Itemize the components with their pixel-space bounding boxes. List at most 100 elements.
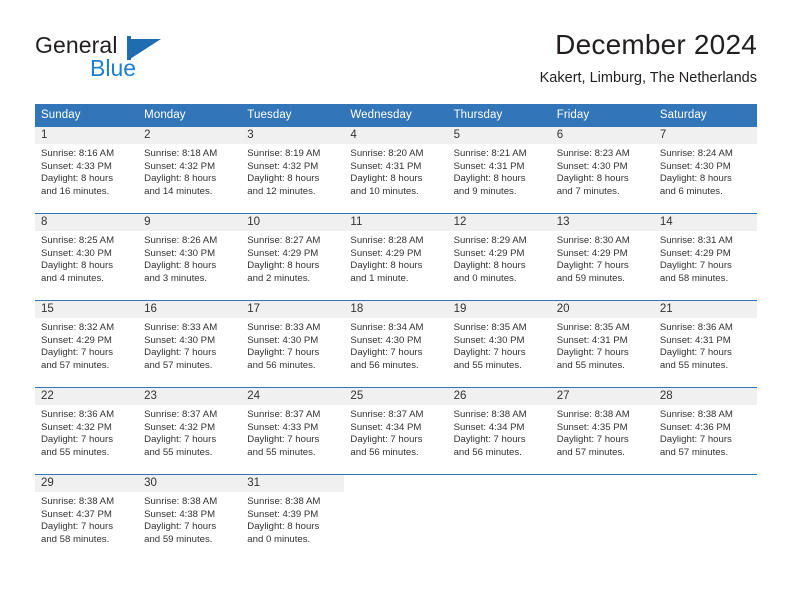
- sunset-text: Sunset: 4:30 PM: [41, 247, 112, 259]
- day-cell[interactable]: 24 Sunrise: 8:37 AM Sunset: 4:33 PM Dayligh…: [241, 387, 345, 474]
- sunrise-text: Sunrise: 8:26 AM: [144, 235, 218, 246]
- day-cell[interactable]: 1 Sunrise: 8:16 AM Sunset: 4:33 PM Daylight…: [35, 126, 139, 213]
- day-sun-info: Sunrise: 8:37 AM Sunset: 4:32 PM Daylight:…: [138, 405, 241, 459]
- daylight-text-line1: Daylight: 7 hours: [41, 347, 113, 359]
- weekday-header-wednesday: Wednesday: [344, 104, 448, 126]
- daylight-text-line1: Daylight: 7 hours: [41, 521, 113, 533]
- daylight-text-line2: and 55 minutes.: [144, 446, 213, 458]
- calendar-cell: 27 Sunrise: 8:38 AM Sunset: 4:35 PM Dayligh…: [550, 387, 654, 474]
- calendar-header-row: Sunday Monday Tuesday Wednesday Thursday…: [35, 104, 757, 126]
- day-cell[interactable]: 14 Sunrise: 8:31 AM Sunset: 4:29 PM Dayligh…: [653, 213, 757, 300]
- day-cell[interactable]: 6 Sunrise: 8:23 AM Sunset: 4:30 PM Daylight…: [550, 126, 654, 213]
- day-cell[interactable]: 13 Sunrise: 8:30 AM Sunset: 4:29 PM Dayligh…: [550, 213, 654, 300]
- sunrise-text: Sunrise: 8:37 AM: [350, 409, 424, 420]
- day-cell[interactable]: 3 Sunrise: 8:19 AM Sunset: 4:32 PM Daylight…: [241, 126, 345, 213]
- day-number: 9: [138, 214, 242, 231]
- day-number: 1: [35, 127, 139, 144]
- sunrise-text: Sunrise: 8:32 AM: [41, 322, 115, 333]
- sunset-text: Sunset: 4:36 PM: [659, 421, 731, 433]
- calendar-cell: [344, 474, 448, 558]
- sunset-text: Sunset: 4:30 PM: [350, 334, 422, 346]
- day-cell[interactable]: 29 Sunrise: 8:38 AM Sunset: 4:37 PM Dayligh…: [35, 474, 139, 558]
- sunrise-text: Sunrise: 8:36 AM: [659, 322, 733, 333]
- daylight-text-line1: Daylight: 8 hours: [556, 173, 629, 185]
- day-cell[interactable]: 21 Sunrise: 8:36 AM Sunset: 4:31 PM Dayligh…: [653, 300, 757, 387]
- daylight-text-line2: and 58 minutes.: [659, 272, 729, 284]
- sunset-text: Sunset: 4:29 PM: [659, 247, 731, 259]
- calendar-cell: 3 Sunrise: 8:19 AM Sunset: 4:32 PM Daylight…: [241, 126, 345, 213]
- day-number: 29: [35, 475, 139, 492]
- day-cell[interactable]: 9 Sunrise: 8:26 AM Sunset: 4:30 PM Daylight…: [138, 213, 242, 300]
- day-cell[interactable]: 18 Sunrise: 8:34 AM Sunset: 4:30 PM Dayligh…: [344, 300, 448, 387]
- day-sun-info: Sunrise: 8:30 AM Sunset: 4:29 PM Daylight:…: [551, 231, 654, 285]
- day-cell[interactable]: 19 Sunrise: 8:35 AM Sunset: 4:30 PM Dayligh…: [447, 300, 551, 387]
- daylight-text-line2: and 57 minutes.: [659, 446, 729, 458]
- sunrise-text: Sunrise: 8:20 AM: [350, 148, 424, 159]
- daylight-text-line2: and 2 minutes.: [247, 272, 311, 284]
- day-cell[interactable]: 15 Sunrise: 8:32 AM Sunset: 4:29 PM Dayligh…: [35, 300, 139, 387]
- day-sun-info: [654, 492, 757, 496]
- calendar-cell: 6 Sunrise: 8:23 AM Sunset: 4:30 PM Daylight…: [550, 126, 654, 213]
- calendar-cell: 19 Sunrise: 8:35 AM Sunset: 4:30 PM Dayligh…: [447, 300, 551, 387]
- sunset-text: Sunset: 4:29 PM: [556, 247, 628, 259]
- logo-text-blue: Blue: [90, 55, 137, 81]
- calendar-cell: 5 Sunrise: 8:21 AM Sunset: 4:31 PM Daylight…: [447, 126, 551, 213]
- day-cell[interactable]: 20 Sunrise: 8:35 AM Sunset: 4:31 PM Dayligh…: [550, 300, 654, 387]
- sunrise-text: Sunrise: 8:37 AM: [144, 409, 218, 420]
- sunset-text: Sunset: 4:34 PM: [453, 421, 525, 433]
- daylight-text-line2: and 55 minutes.: [453, 359, 522, 371]
- daylight-text-line2: and 55 minutes.: [247, 446, 316, 458]
- day-cell[interactable]: 26 Sunrise: 8:38 AM Sunset: 4:34 PM Dayligh…: [447, 387, 551, 474]
- sunset-text: Sunset: 4:30 PM: [144, 247, 216, 259]
- day-cell[interactable]: 22 Sunrise: 8:36 AM Sunset: 4:32 PM Dayligh…: [35, 387, 139, 474]
- day-cell[interactable]: 8 Sunrise: 8:25 AM Sunset: 4:30 PM Daylight…: [35, 213, 139, 300]
- day-cell[interactable]: 30 Sunrise: 8:38 AM Sunset: 4:38 PM Dayligh…: [138, 474, 242, 558]
- calendar-cell: 1 Sunrise: 8:16 AM Sunset: 4:33 PM Daylight…: [35, 126, 139, 213]
- day-sun-info: Sunrise: 8:26 AM Sunset: 4:30 PM Daylight:…: [138, 231, 241, 285]
- day-cell[interactable]: 5 Sunrise: 8:21 AM Sunset: 4:31 PM Daylight…: [447, 126, 551, 213]
- day-cell[interactable]: 10 Sunrise: 8:27 AM Sunset: 4:29 PM Dayligh…: [241, 213, 345, 300]
- day-cell[interactable]: 17 Sunrise: 8:33 AM Sunset: 4:30 PM Dayligh…: [241, 300, 345, 387]
- page-subtitle: Kakert, Limburg, The Netherlands: [539, 70, 757, 86]
- day-number: 19: [447, 301, 551, 318]
- day-number: 4: [344, 127, 448, 144]
- calendar-cell: 2 Sunrise: 8:18 AM Sunset: 4:32 PM Daylight…: [138, 126, 242, 213]
- daylight-text-line2: and 0 minutes.: [247, 533, 311, 545]
- calendar-body: 1 Sunrise: 8:16 AM Sunset: 4:33 PM Daylight…: [35, 126, 757, 558]
- daylight-text-line1: Daylight: 8 hours: [350, 173, 423, 185]
- day-cell[interactable]: 2 Sunrise: 8:18 AM Sunset: 4:32 PM Daylight…: [138, 126, 242, 213]
- title-block: December 2024 Kakert, Limburg, The Nethe…: [540, 28, 757, 88]
- day-number: 22: [35, 388, 139, 405]
- weekday-header-sunday: Sunday: [35, 104, 139, 126]
- daylight-text-line1: Daylight: 7 hours: [144, 521, 217, 533]
- day-cell[interactable]: 27 Sunrise: 8:38 AM Sunset: 4:35 PM Dayligh…: [550, 387, 654, 474]
- generalblue-logo[interactable]: General Blue: [35, 32, 215, 87]
- day-number: 14: [653, 214, 757, 231]
- sunrise-text: Sunrise: 8:18 AM: [144, 148, 218, 159]
- sunset-text: Sunset: 4:29 PM: [41, 334, 112, 346]
- calendar-cell: 21 Sunrise: 8:36 AM Sunset: 4:31 PM Dayligh…: [653, 300, 757, 387]
- day-number: 28: [653, 388, 757, 405]
- daylight-text-line2: and 7 minutes.: [556, 185, 620, 197]
- sunset-text: Sunset: 4:32 PM: [144, 421, 216, 433]
- sunrise-text: Sunrise: 8:23 AM: [556, 148, 630, 159]
- day-cell[interactable]: 28 Sunrise: 8:38 AM Sunset: 4:36 PM Dayligh…: [653, 387, 757, 474]
- sunset-text: Sunset: 4:29 PM: [247, 247, 319, 259]
- daylight-text-line2: and 58 minutes.: [41, 533, 110, 545]
- day-cell[interactable]: 23 Sunrise: 8:37 AM Sunset: 4:32 PM Dayligh…: [138, 387, 242, 474]
- sunrise-text: Sunrise: 8:25 AM: [41, 235, 115, 246]
- sunset-text: Sunset: 4:32 PM: [247, 160, 319, 172]
- day-number: 18: [344, 301, 448, 318]
- day-number: 17: [241, 301, 345, 318]
- day-cell[interactable]: 16 Sunrise: 8:33 AM Sunset: 4:30 PM Dayligh…: [138, 300, 242, 387]
- day-cell[interactable]: 31 Sunrise: 8:38 AM Sunset: 4:39 PM Dayligh…: [241, 474, 345, 558]
- sunset-text: Sunset: 4:32 PM: [41, 421, 112, 433]
- day-cell[interactable]: 7 Sunrise: 8:24 AM Sunset: 4:30 PM Daylight…: [653, 126, 757, 213]
- daylight-text-line1: Daylight: 7 hours: [144, 347, 217, 359]
- day-cell[interactable]: 11 Sunrise: 8:28 AM Sunset: 4:29 PM Dayligh…: [344, 213, 448, 300]
- calendar-cell: 17 Sunrise: 8:33 AM Sunset: 4:30 PM Dayligh…: [241, 300, 345, 387]
- day-cell[interactable]: 12 Sunrise: 8:29 AM Sunset: 4:29 PM Dayligh…: [447, 213, 551, 300]
- day-cell[interactable]: 4 Sunrise: 8:20 AM Sunset: 4:31 PM Daylight…: [344, 126, 448, 213]
- day-cell[interactable]: 25 Sunrise: 8:37 AM Sunset: 4:34 PM Dayligh…: [344, 387, 448, 474]
- day-sun-info: Sunrise: 8:37 AM Sunset: 4:34 PM Daylight:…: [344, 405, 447, 459]
